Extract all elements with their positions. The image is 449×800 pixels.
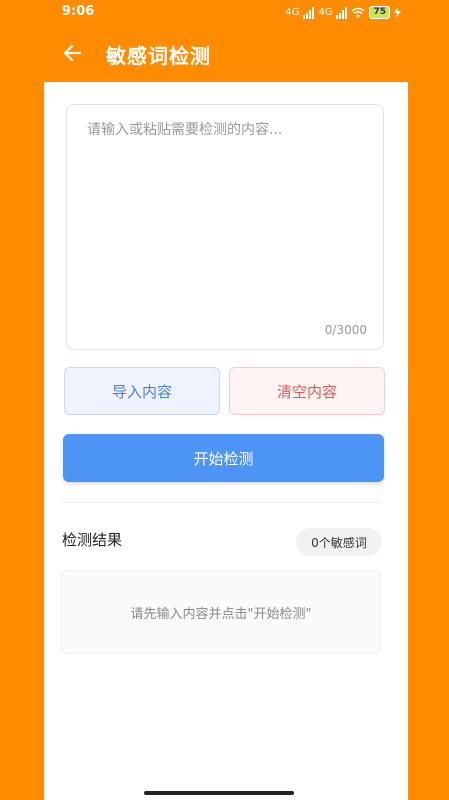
app-bar: 敏感词检测 [0, 28, 449, 78]
charging-icon [394, 7, 401, 18]
import-content-button[interactable]: 导入内容 [64, 367, 220, 415]
back-button[interactable] [58, 38, 88, 68]
cell-signal-icon-2 [336, 6, 348, 19]
home-indicator[interactable] [144, 791, 294, 795]
cell-signal-icon [303, 6, 315, 19]
arrow-left-icon [63, 44, 82, 62]
network-type-label: 4G [285, 7, 300, 18]
main-card: 0/3000 导入内容 清空内容 开始检测 检测结果 0个敏感词 请先输入内容并… [44, 82, 408, 800]
page-title: 敏感词检测 [106, 44, 211, 68]
divider [62, 502, 382, 503]
status-time: 9:06 [62, 4, 95, 19]
start-detection-button[interactable]: 开始检测 [63, 434, 384, 482]
status-icons: 4G 4G 75 [285, 6, 401, 19]
wifi-icon [351, 7, 365, 18]
clear-content-button[interactable]: 清空内容 [229, 367, 385, 415]
char-counter: 0/3000 [324, 323, 367, 337]
status-bar: 9:06 4G 4G 75 [0, 0, 449, 28]
content-input[interactable] [67, 105, 383, 349]
network-type-label-2: 4G [318, 7, 333, 18]
content-editor: 0/3000 [66, 104, 384, 350]
battery-icon: 75 [369, 6, 390, 19]
result-section-title: 检测结果 [62, 531, 123, 549]
sensitive-word-count-badge: 0个敏感词 [296, 528, 382, 556]
result-empty-hint: 请先输入内容并点击"开始检测" [130, 606, 312, 622]
result-panel: 请先输入内容并点击"开始检测" [61, 570, 381, 654]
